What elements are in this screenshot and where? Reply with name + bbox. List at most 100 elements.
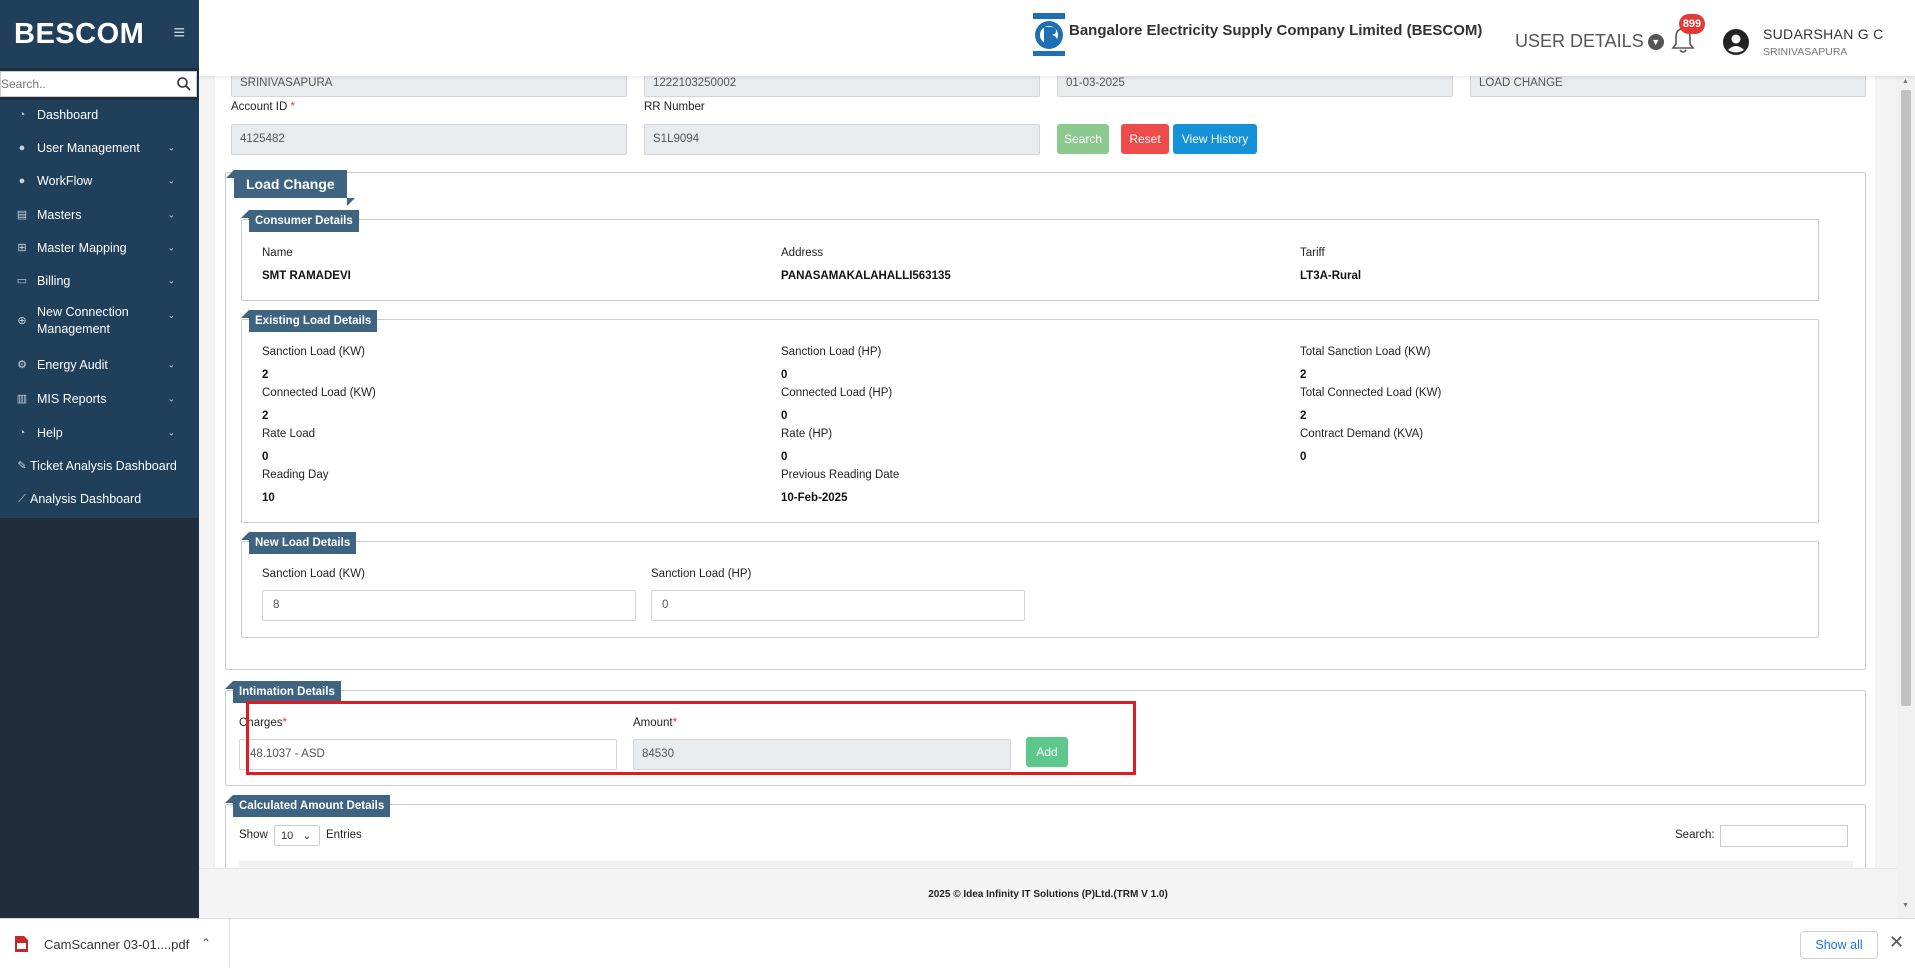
sidebar-search-input[interactable] xyxy=(1,72,171,96)
sidebar-item-help[interactable]: ◔ Help ⌄ xyxy=(0,418,199,448)
user-name[interactable]: SUDARSHAN G C xyxy=(1763,26,1884,42)
scrollbar-thumb[interactable] xyxy=(1901,90,1911,706)
dashboard-icon: ◔ xyxy=(18,427,26,439)
table-search-input[interactable] xyxy=(1720,825,1848,847)
list-icon: ▤ xyxy=(16,209,28,221)
chevron-down-icon: ⌄ xyxy=(167,393,175,404)
new-load-title: New Load Details xyxy=(240,532,357,554)
new-load-box: New Load Details Sanction Load (KW) 8 Sa… xyxy=(240,532,1819,638)
subdivision-field[interactable]: SRINIVASAPURA xyxy=(231,76,627,97)
tariff-label: Tariff xyxy=(1300,247,1325,259)
footer-text: 2025 © Idea Infinity IT Solutions (P)Ltd… xyxy=(928,889,1168,900)
chevron-down-icon: ⌄ xyxy=(167,359,175,370)
chevron-down-icon: ⌄ xyxy=(167,275,175,286)
chevron-down-icon: ⌄ xyxy=(167,242,175,253)
sidebar-item-billing[interactable]: ▭ Billing ⌄ xyxy=(0,266,199,296)
rate-load-label: Rate Load xyxy=(262,428,316,440)
download-file-name[interactable]: CamScanner 03-01....pdf xyxy=(44,937,189,952)
sidebar-item-workflow[interactable]: ● WorkFlow ⌄ xyxy=(0,166,199,196)
new-sanction-load-hp-input[interactable]: 0 xyxy=(651,590,1025,621)
sidebar-item-dashboard[interactable]: ◔ Dashboard xyxy=(0,100,199,130)
download-item[interactable]: CamScanner 03-01....pdf ⌃ xyxy=(0,919,230,968)
request-type-field[interactable]: LOAD CHANGE xyxy=(1470,76,1866,97)
rate-hp-value: 0 xyxy=(781,451,788,463)
new-sanction-load-kw-input[interactable]: 8 xyxy=(262,590,636,621)
name-label: Name xyxy=(262,247,293,259)
page-scrollbar[interactable]: ▲ ▼ xyxy=(1897,76,1915,918)
view-history-button[interactable]: View History xyxy=(1173,124,1257,154)
sidebar-item-energy-audit[interactable]: ⚙ Energy Audit ⌄ xyxy=(0,350,199,380)
load-change-section: Load Change Consumer Details Name SMT RA… xyxy=(225,170,1866,670)
sidebar-brand: BESCOM ≡ xyxy=(0,0,199,68)
sidebar-item-user-management[interactable]: ● User Management ⌄ xyxy=(0,133,199,163)
contract-demand-label: Contract Demand (KVA) xyxy=(1300,428,1424,440)
address-value: PANASAMAKALAHALLI563135 xyxy=(781,270,951,282)
total-sanction-load-label: Total Sanction Load (KW) xyxy=(1300,346,1431,358)
tariff-value: LT3A-Rural xyxy=(1300,270,1362,282)
show-all-button[interactable]: Show all xyxy=(1800,931,1878,959)
sidebar-item-label: Masters xyxy=(37,208,82,222)
cogs-icon: ⚙ xyxy=(17,359,27,371)
user-icon: ● xyxy=(18,175,26,187)
total-connected-load-label: Total Connected Load (KW) xyxy=(1300,387,1442,399)
hamburger-menu-icon[interactable]: ≡ xyxy=(173,22,185,45)
search-button[interactable]: Search xyxy=(1057,124,1109,154)
sidebar-item-master-mapping[interactable]: ⊞ Master Mapping ⌄ xyxy=(0,233,199,263)
sidebar-item-masters[interactable]: ▤ Masters ⌄ xyxy=(0,200,199,230)
account-id-label: Account ID * xyxy=(231,101,295,113)
show-label: Show xyxy=(239,829,268,841)
request-date-field[interactable]: 01-03-2025 xyxy=(1057,76,1453,97)
chevron-up-icon[interactable]: ⌃ xyxy=(201,936,211,950)
user-details-dropdown[interactable]: USER DETAILS ▼ xyxy=(1515,31,1664,52)
download-bar: CamScanner 03-01....pdf ⌃ Show all ✕ xyxy=(0,918,1915,968)
entries-label: Entries xyxy=(326,829,362,841)
rate-hp-label: Rate (HP) xyxy=(781,428,833,440)
entries-select[interactable]: 10 ⌄ xyxy=(274,825,320,846)
total-sanction-load-value: 2 xyxy=(1300,369,1307,381)
monitor-icon: ▭ xyxy=(16,275,28,287)
table-header xyxy=(239,861,1853,868)
account-id-field[interactable]: 4125482 xyxy=(231,124,627,155)
calculated-amount-title: Calculated Amount Details xyxy=(224,795,391,817)
sidebar-item-label: Ticket Analysis Dashboard xyxy=(30,459,177,473)
sidebar: BESCOM ≡ ◔ Dashboard ● User Management ⌄… xyxy=(0,0,199,918)
sidebar-search xyxy=(0,71,197,97)
sidebar-item-analysis-dashboard[interactable]: ⟋ Analysis Dashboard xyxy=(0,484,199,514)
sanction-load-hp-value: 0 xyxy=(781,369,788,381)
rr-number-label: RR Number xyxy=(644,101,705,113)
scroll-up-icon[interactable]: ▲ xyxy=(1902,78,1909,85)
brand-logo[interactable]: BESCOM xyxy=(14,18,144,51)
sidebar-item-new-connection[interactable]: ⊕ New Connection Management ⌄ xyxy=(0,300,199,342)
sidebar-item-ticket-analysis[interactable]: ✎ Ticket Analysis Dashboard xyxy=(0,451,199,481)
sidebar-item-mis-reports[interactable]: ▥ MIS Reports ⌄ xyxy=(0,384,199,414)
chevron-down-icon: ⌄ xyxy=(302,830,312,842)
close-icon[interactable]: ✕ xyxy=(1889,932,1904,953)
notification-badge[interactable]: 899 xyxy=(1679,14,1705,34)
scroll-down-icon[interactable]: ▼ xyxy=(1902,902,1909,909)
sitemap-icon: ⊞ xyxy=(17,242,27,254)
name-value: SMT RAMADEVI xyxy=(262,270,351,282)
contract-demand-value: 0 xyxy=(1300,451,1307,463)
chevron-down-icon: ⌄ xyxy=(167,209,175,220)
sidebar-item-label-line2: Management xyxy=(37,322,110,336)
avatar-icon[interactable] xyxy=(1722,28,1750,56)
pdf-file-icon xyxy=(15,936,28,952)
request-number-field[interactable]: 1222103250002 xyxy=(644,76,1040,97)
sidebar-item-label: Energy Audit xyxy=(37,358,108,372)
user-icon: ● xyxy=(18,142,26,154)
chevron-down-icon: ⌄ xyxy=(167,427,175,438)
entries-select-value: 10 xyxy=(281,830,294,842)
search-icon[interactable] xyxy=(176,76,192,92)
existing-load-box: Existing Load Details Sanction Load (KW)… xyxy=(240,310,1819,523)
reading-day-value: 10 xyxy=(262,492,275,504)
reset-button[interactable]: Reset xyxy=(1121,124,1169,154)
sidebar-menu: ◔ Dashboard ● User Management ⌄ ● WorkFl… xyxy=(0,100,199,518)
calculated-amount-box: Calculated Amount Details Show 10 ⌄ Entr… xyxy=(224,795,1866,868)
existing-load-title: Existing Load Details xyxy=(240,310,378,332)
rr-number-field[interactable]: S1L9094 xyxy=(644,124,1040,155)
sidebar-item-label: MIS Reports xyxy=(37,392,107,406)
rate-load-value: 0 xyxy=(262,451,269,463)
table-search-label: Search: xyxy=(1675,829,1715,841)
main-content: SRINIVASAPURA 1222103250002 01-03-2025 L… xyxy=(199,76,1897,868)
new-sanction-load-hp-label: Sanction Load (HP) xyxy=(651,568,752,580)
